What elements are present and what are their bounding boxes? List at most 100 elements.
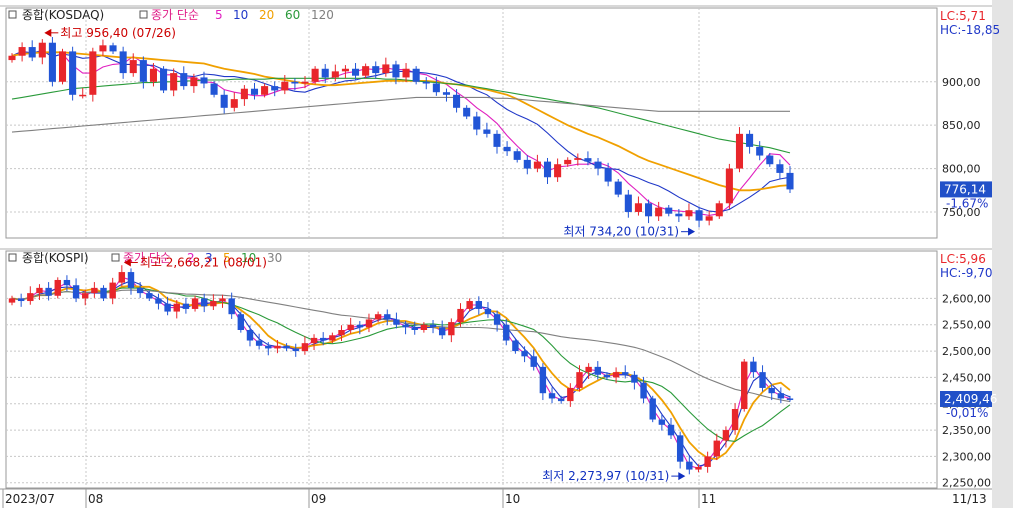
kospi-candle-body [759,372,766,388]
time-axis-label: 09 [311,492,326,506]
kospi-candle-body [292,348,299,352]
time-axis-label: 2023/07 [5,492,55,506]
kosdaq-candle-body [655,207,663,217]
kosdaq-plot-frame [5,7,938,239]
kosdaq-candle-body [594,161,602,169]
kosdaq-ytick-label: 800,00 [942,163,981,176]
kospi-candle-body [457,308,464,323]
kospi-candle-body [155,298,162,304]
kospi-candle-body [521,351,528,357]
kosdaq-candle-body [18,47,26,56]
stock-chart-window: 900,00850,00800,00750,00종합(KOSDAQ) 종가 단순 5… [0,0,1013,508]
kosdaq-candle-body [543,161,552,178]
kosdaq-candle-body [351,68,360,76]
kosdaq-high-annotation: 최고 956,40 (07/26) [60,26,176,40]
kospi-candle-body [548,393,556,399]
kospi-candle-body [576,372,583,388]
kospi-candle-body [54,279,61,296]
kospi-candle-body [631,374,638,383]
kosdaq-candle-body [786,172,794,190]
kosdaq-candle-body [493,133,501,147]
kospi-candle-body [493,314,501,325]
kospi-candle-body [411,327,418,330]
kosdaq-candle-body [402,68,410,78]
kospi-candle-body [777,393,785,399]
kospi-candle-body [283,345,290,349]
kosdaq-candle-body [665,207,673,214]
kospi-ytick-label: 2,550,00 [942,319,991,332]
kospi-candle-body [36,287,43,294]
kospi-candle-body [704,456,711,467]
kosdaq-candle-body [261,86,269,95]
kosdaq-candle-body [523,159,531,169]
kosdaq-candle-body [38,42,46,58]
kospi-candle-body [676,435,684,462]
kospi-candle-body [667,424,675,436]
kosdaq-candle-body [776,164,784,173]
kospi-candle-body [393,319,400,325]
kosdaq-candle-body [230,99,238,108]
kosdaq-candle-body [483,129,491,134]
kospi-candle-body [347,324,354,330]
kospi-candle-body [210,301,217,307]
kospi-candle-body [374,314,382,320]
kosdaq-candle-body [119,51,127,74]
kosdaq-candle-body [48,42,56,82]
kospi-candle-body [265,345,272,349]
kosdaq-candle-body [513,151,521,160]
kospi-candle-body [127,272,135,288]
kospi-candle-body [622,372,629,375]
kospi-candle-body [164,303,171,312]
kosdaq-ma-legend-period: 10 [233,8,248,22]
kospi-lc-value: LC:5,96 [940,252,986,266]
kosdaq-candle-body [624,194,632,212]
kospi-ytick-label: 2,300,00 [942,450,991,463]
kospi-candle-body [118,272,126,283]
kospi-legend-checkbox [8,253,17,262]
kospi-candle-body [146,293,153,299]
kospi-candle-body [201,298,208,307]
kosdaq-ma-legend-checkbox [139,10,148,19]
kospi-candle-body [658,419,666,425]
right-scrollbar-track [992,0,1013,508]
kosdaq-panel[interactable]: 900,00850,00800,00750,00종합(KOSDAQ) 종가 단순 5… [0,5,1000,239]
kospi-candle-body [695,466,702,470]
kosdaq-candle-body [109,45,117,52]
kosdaq-candle-body [291,81,299,84]
kosdaq-hc-value: HC:-18,85 [940,23,1000,37]
kospi-candle-body [182,303,190,309]
kospi-candle-body [237,314,245,330]
kosdaq-lc-value: LC:5,71 [940,9,986,23]
kospi-candle-body [356,324,364,328]
kospi-candle-body [219,298,226,302]
kospi-candle-body [466,301,473,309]
kosdaq-candle-body [149,68,157,82]
kosdaq-candle-body [180,73,188,87]
kospi-candle-body [100,287,107,299]
kospi-candle-body [17,298,25,302]
kospi-change-pct: -0,01% [946,406,988,420]
kosdaq-candle-body [432,83,440,93]
kospi-ma-legend-period: 30 [267,251,282,265]
time-axis-end-label: 11/13 [952,492,987,506]
kosdaq-candle-body [190,77,198,87]
kosdaq-candle-body [604,168,612,182]
kosdaq-last-price: 776,14 [944,182,986,196]
kospi-candle-body [567,387,574,402]
kosdaq-candle-body [756,146,764,156]
kosdaq-candle-body [372,66,380,74]
kosdaq-legend-checkbox [8,10,17,19]
kospi-candle-body [530,356,537,367]
kospi-candle-body [91,287,98,294]
kospi-candle-body [136,287,144,294]
kospi-candle-body [768,387,775,394]
kospi-candle-body [649,398,656,420]
kosdaq-candle-body [382,64,390,74]
kospi-candle-body [741,361,748,409]
kospi-candle-body [612,372,620,378]
kosdaq-candle-body [746,133,754,147]
kosdaq-candle-body [220,94,228,108]
kosdaq-ma-legend-period: 5 [215,8,223,22]
kospi-panel[interactable]: 2,600,002,550,002,500,002,450,002,400,00… [0,248,997,490]
kosdaq-candle-body [725,168,733,204]
